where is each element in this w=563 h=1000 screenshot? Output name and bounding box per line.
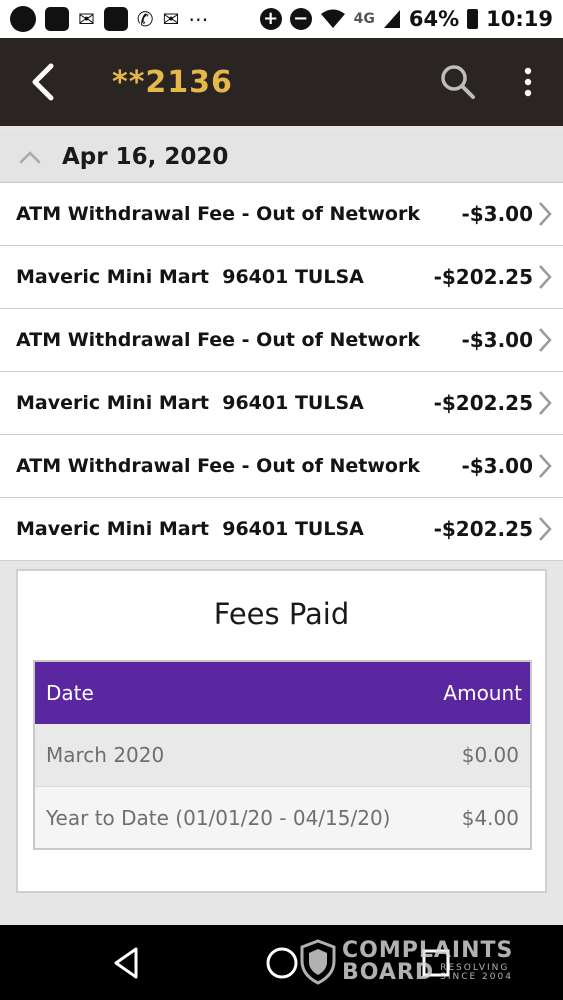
date-column-header: Date [46, 681, 94, 705]
notification-square-icon [103, 7, 128, 31]
back-button[interactable] [0, 38, 84, 126]
transaction-description: ATM Withdrawal Fee - Out of Network [16, 455, 420, 477]
clock: 10:19 [486, 7, 553, 31]
amount-column-header: Amount [443, 681, 522, 705]
transaction-amount: -$202.25 [433, 265, 533, 289]
transaction-row[interactable]: Maveric Mini Mart 96401 TULSA -$202.25 [0, 246, 563, 309]
search-button[interactable] [432, 56, 484, 108]
transaction-row[interactable]: Maveric Mini Mart 96401 TULSA -$202.25 [0, 498, 563, 561]
transaction-description: Maveric Mini Mart 96401 TULSA [16, 518, 364, 540]
mail-icon: ✉ [78, 7, 95, 31]
shield-logo-icon [300, 939, 336, 985]
triangle-back-icon [114, 947, 138, 979]
nav-back-button[interactable] [104, 943, 148, 983]
nav-home-button[interactable] [262, 943, 302, 983]
chevron-right-icon [537, 435, 563, 498]
back-arrow-icon [32, 63, 54, 101]
date-group-header[interactable]: Apr 16, 2020 [0, 131, 563, 183]
fees-period: Year to Date (01/01/20 - 04/15/20) [46, 805, 391, 830]
transaction-description: Maveric Mini Mart 96401 TULSA [16, 392, 364, 414]
system-icons: + − 4G 64% 10:19 [259, 7, 553, 31]
more-notifications-icon: ⋯ [188, 7, 209, 31]
transaction-amount: -$202.25 [433, 391, 533, 415]
chevron-right-icon [537, 372, 563, 435]
transaction-description: ATM Withdrawal Fee - Out of Network [16, 203, 420, 225]
watermark: COMPLAINTS BOARD RESOLVING SINCE 2004 [300, 934, 540, 990]
transaction-amount: -$3.00 [461, 454, 533, 478]
app-bar: **2136 [0, 38, 563, 126]
chevron-right-icon [537, 498, 563, 561]
chevron-right-icon [537, 309, 563, 372]
data-saver-icon: + [259, 8, 282, 30]
battery-percent: 64% [408, 7, 460, 31]
fees-amount: $0.00 [461, 743, 519, 767]
chevron-right-icon [537, 246, 563, 309]
watermark-line2: BOARD [342, 960, 435, 985]
fees-period: March 2020 [46, 743, 165, 767]
transaction-amount: -$3.00 [461, 328, 533, 352]
fees-table-header: Date Amount [35, 662, 530, 724]
wifi-icon [320, 9, 345, 28]
transaction-description: Maveric Mini Mart 96401 TULSA [16, 266, 364, 288]
more-options-button[interactable] [506, 56, 550, 108]
notification-square-icon [45, 7, 69, 31]
signal-icon [383, 10, 400, 28]
watermark-small2: SINCE 2004 [440, 972, 513, 982]
circle-home-icon [266, 947, 298, 979]
search-icon [441, 65, 475, 99]
fees-paid-title: Fees Paid [213, 597, 350, 631]
transaction-amount: -$202.25 [433, 517, 533, 541]
fees-table-row: Year to Date (01/01/20 - 04/15/20) $4.00 [35, 786, 530, 848]
notification-icons: ✉ ✆ ✉ ⋯ [10, 6, 208, 32]
transaction-amount: -$3.00 [461, 202, 533, 226]
gmail-icon: ✉ [162, 7, 180, 31]
screen: ✉ ✆ ✉ ⋯ + − 4G 64% 10:19 **2136 Apr 16, … [0, 0, 563, 1000]
transaction-row[interactable]: Maveric Mini Mart 96401 TULSA -$202.25 [0, 372, 563, 435]
do-not-disturb-icon: − [289, 8, 312, 30]
status-bar: ✉ ✆ ✉ ⋯ + − 4G 64% 10:19 [0, 0, 563, 38]
transaction-description: ATM Withdrawal Fee - Out of Network [16, 329, 420, 351]
battery-icon [467, 9, 479, 29]
transaction-row[interactable]: ATM Withdrawal Fee - Out of Network -$3.… [0, 435, 563, 498]
fees-paid-card: Fees Paid Date Amount March 2020 $0.00 Y… [16, 569, 547, 893]
transaction-row[interactable]: ATM Withdrawal Fee - Out of Network -$3.… [0, 309, 563, 372]
fees-table-row: March 2020 $0.00 [35, 724, 530, 786]
account-title: **2136 [112, 64, 233, 100]
chevron-right-icon [537, 183, 563, 246]
network-type: 4G [353, 11, 375, 27]
more-vertical-icon [524, 67, 532, 97]
notification-circle-icon [10, 6, 36, 32]
watermark-line1: COMPLAINTS [342, 938, 514, 963]
chevron-up-icon [0, 150, 60, 164]
fees-table: Date Amount March 2020 $0.00 Year to Dat… [33, 660, 532, 850]
date-label: Apr 16, 2020 [62, 143, 229, 170]
transaction-row[interactable]: ATM Withdrawal Fee - Out of Network -$3.… [0, 183, 563, 246]
missed-call-icon: ✆ [136, 7, 154, 31]
fees-amount: $4.00 [461, 805, 519, 830]
transaction-list: ATM Withdrawal Fee - Out of Network -$3.… [0, 183, 563, 561]
watermark-text: COMPLAINTS BOARD RESOLVING SINCE 2004 [342, 940, 513, 984]
